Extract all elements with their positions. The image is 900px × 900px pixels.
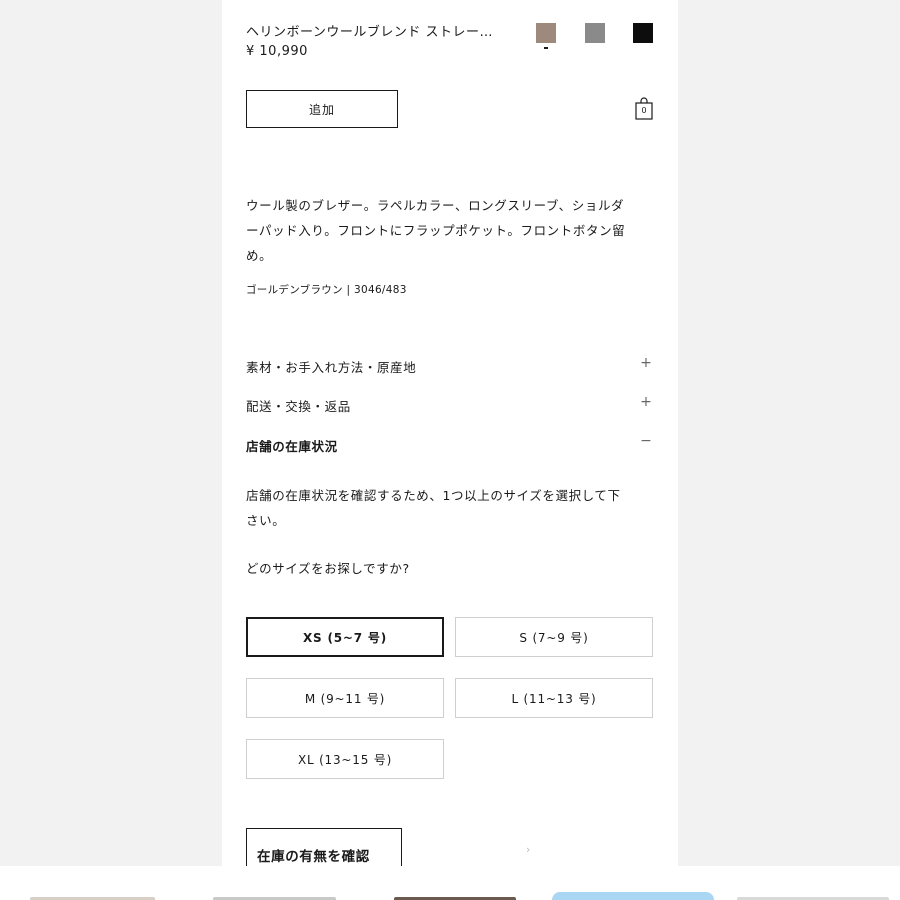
color-swatch-golden-brown[interactable]: [536, 23, 556, 43]
accordion-shipping[interactable]: 配送・交換・返品: [246, 396, 351, 415]
recommendation-strip: [0, 866, 900, 900]
color-swatch-black[interactable]: [633, 23, 653, 43]
description-line: ウール製のブレザー。ラペルカラー、ロングスリーブ、ショルダ: [246, 198, 625, 213]
size-option-xs[interactable]: XS (5~7 号): [246, 617, 444, 657]
product-title[interactable]: ヘリンボーンウールブレンド ストレー…: [246, 21, 493, 40]
stock-instruction-line: 店舗の在庫状況を確認するため、1つ以上のサイズを選択して下: [246, 488, 621, 503]
description-line: ーパッド入り。フロントにフラップポケット。フロントボタン留: [246, 223, 626, 238]
bag-count: 0: [641, 106, 647, 115]
chevron-right-icon: ›: [526, 843, 531, 856]
size-option-m[interactable]: M (9~11 号): [246, 678, 444, 718]
accordion-store-stock[interactable]: 店舗の在庫状況: [246, 436, 338, 455]
shopping-bag-icon[interactable]: 0: [635, 97, 653, 121]
stock-instructions: 店舗の在庫状況を確認するため、1つ以上のサイズを選択して下 さい。: [246, 483, 656, 533]
accordion-materials[interactable]: 素材・お手入れ方法・原産地: [246, 357, 416, 376]
add-to-bag-button[interactable]: 追加: [246, 90, 398, 128]
recommendation-thumbnail[interactable]: [552, 892, 714, 900]
size-option-xl[interactable]: XL (13~15 号): [246, 739, 444, 779]
product-description: ウール製のブレザー。ラペルカラー、ロングスリーブ、ショルダ ーパッド入り。フロン…: [246, 193, 656, 268]
plus-icon[interactable]: +: [640, 394, 652, 410]
minus-icon[interactable]: −: [640, 433, 652, 449]
description-line: め。: [246, 248, 273, 263]
check-stock-button[interactable]: 在庫の有無を確認: [246, 828, 402, 866]
selected-swatch-indicator: [544, 47, 548, 49]
product-panel: ヘリンボーンウールブレンド ストレー… ¥ 10,990 追加 0 ウール製のブ…: [222, 0, 678, 866]
stock-instruction-line: さい。: [246, 513, 286, 528]
color-swatch-gray[interactable]: [585, 23, 605, 43]
plus-icon[interactable]: +: [640, 355, 652, 371]
size-option-s[interactable]: S (7~9 号): [455, 617, 653, 657]
color-reference-code: ゴールデンブラウン | 3046/483: [246, 284, 407, 296]
size-question: どのサイズをお探しですか?: [246, 561, 410, 576]
product-price: ¥ 10,990: [246, 44, 308, 59]
size-option-l[interactable]: L (11~13 号): [455, 678, 653, 718]
